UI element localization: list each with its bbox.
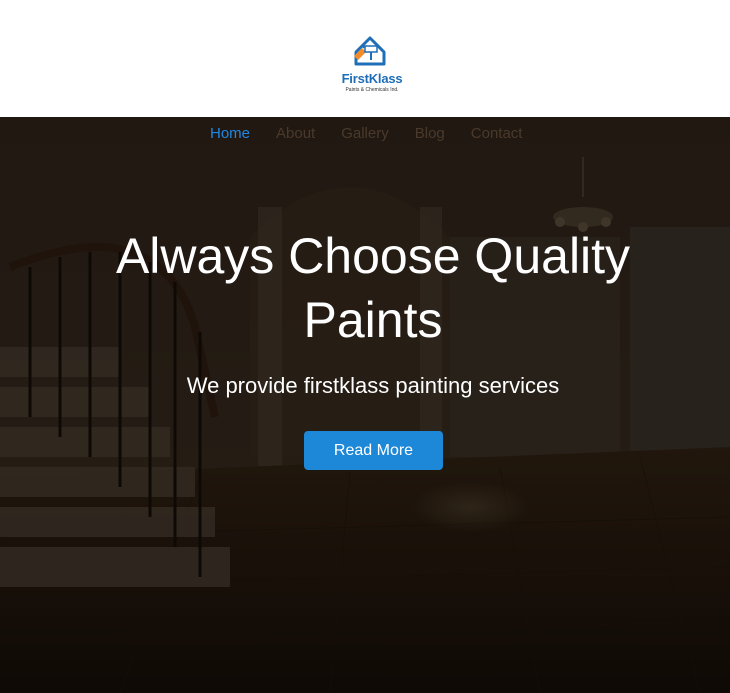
- hero-headline-line2: Paints: [303, 292, 443, 348]
- hero-background-image: [0, 117, 730, 693]
- nav-about[interactable]: About: [276, 124, 315, 144]
- hero-section: Home About Gallery Blog Contact Always C…: [0, 117, 730, 693]
- main-nav: Home About Gallery Blog Contact: [210, 124, 522, 144]
- read-more-button[interactable]: Read More: [304, 431, 443, 470]
- brand-tagline: Paints & Chemicals Ind.: [345, 87, 399, 93]
- nav-gallery[interactable]: Gallery: [341, 124, 389, 144]
- nav-blog[interactable]: Blog: [415, 124, 445, 144]
- paint-roller-house-icon: [354, 36, 386, 66]
- site-header: FirstKlass Paints & Chemicals Ind.: [0, 0, 730, 117]
- brand-name: FirstKlass: [341, 71, 403, 86]
- hero-headline-line1: Always Choose Quality: [115, 228, 631, 284]
- hero-subheadline: We provide firstklass painting services: [186, 373, 560, 398]
- nav-home[interactable]: Home: [210, 124, 250, 144]
- brand-logo[interactable]: FirstKlass Paints & Chemicals Ind.: [330, 34, 414, 98]
- hero-headline: Always Choose Quality Paints: [40, 224, 706, 352]
- nav-contact[interactable]: Contact: [471, 124, 523, 144]
